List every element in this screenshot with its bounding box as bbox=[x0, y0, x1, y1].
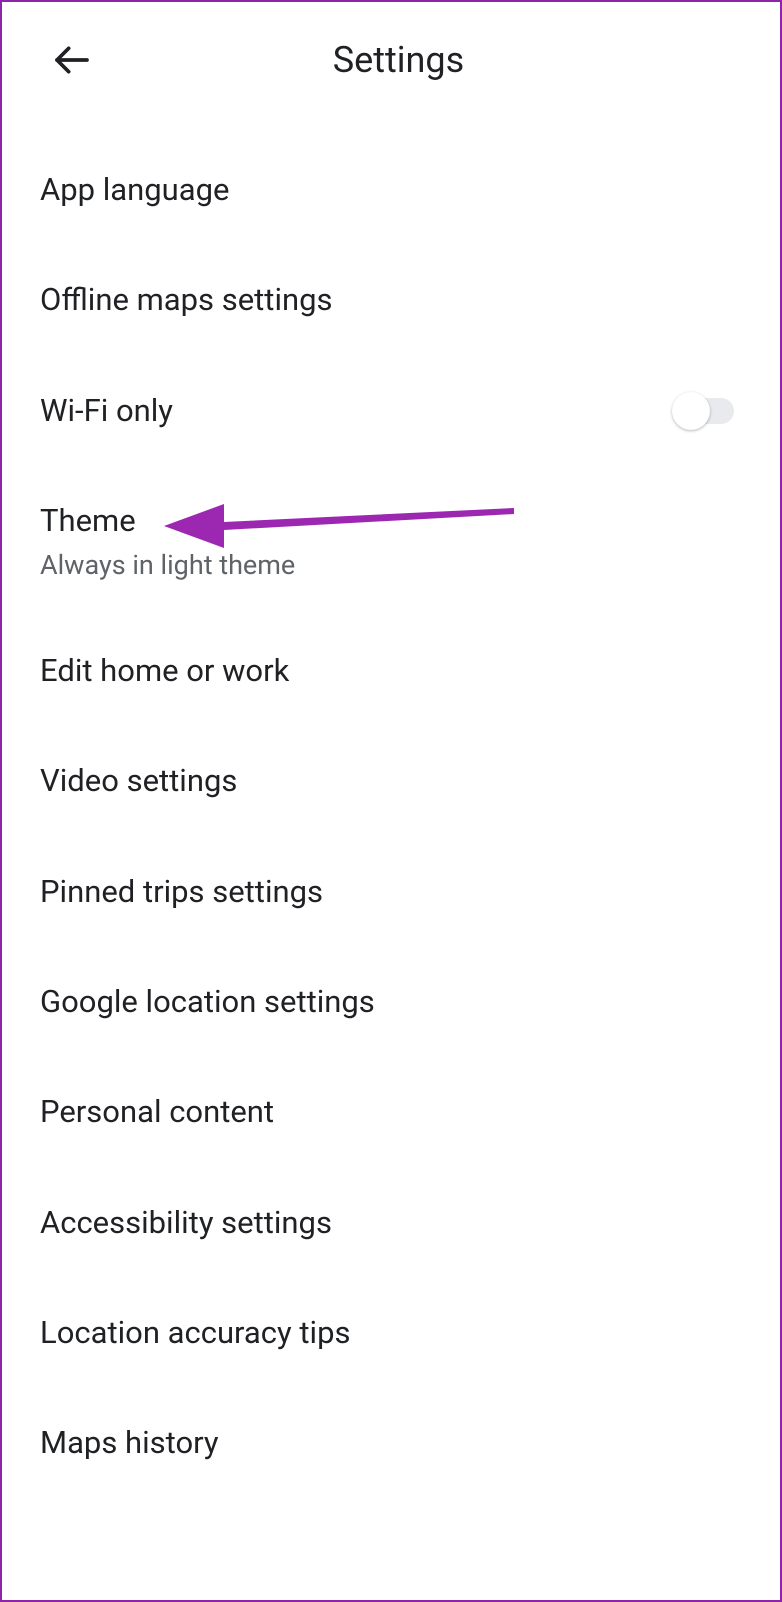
settings-item-subtitle: Always in light theme bbox=[40, 549, 295, 581]
settings-item-text: Offline maps settings bbox=[40, 280, 333, 320]
settings-item-location-accuracy[interactable]: Location accuracy tips bbox=[2, 1278, 780, 1388]
settings-item-personal-content[interactable]: Personal content bbox=[2, 1057, 780, 1167]
settings-item-text: Maps history bbox=[40, 1423, 219, 1463]
settings-item-pinned-trips[interactable]: Pinned trips settings bbox=[2, 837, 780, 947]
settings-item-text: Wi-Fi only bbox=[40, 391, 173, 431]
settings-item-text: Personal content bbox=[40, 1092, 274, 1132]
settings-item-title: Theme bbox=[40, 501, 295, 541]
settings-item-theme[interactable]: Theme Always in light theme bbox=[2, 466, 780, 616]
settings-item-text: Edit home or work bbox=[40, 651, 289, 691]
header: Settings bbox=[2, 2, 780, 117]
settings-item-title: Accessibility settings bbox=[40, 1203, 332, 1243]
settings-item-text: Location accuracy tips bbox=[40, 1313, 350, 1353]
settings-item-text: Accessibility settings bbox=[40, 1203, 332, 1243]
settings-item-google-location[interactable]: Google location settings bbox=[2, 947, 780, 1057]
settings-item-video-settings[interactable]: Video settings bbox=[2, 726, 780, 836]
settings-item-maps-history[interactable]: Maps history bbox=[2, 1388, 780, 1498]
settings-item-text: Video settings bbox=[40, 761, 237, 801]
page-title: Settings bbox=[47, 39, 750, 81]
settings-item-title: Personal content bbox=[40, 1092, 274, 1132]
settings-item-title: Wi-Fi only bbox=[40, 391, 173, 431]
wifi-only-toggle[interactable] bbox=[672, 392, 742, 430]
settings-item-title: App language bbox=[40, 170, 229, 210]
settings-item-text: Theme Always in light theme bbox=[40, 501, 295, 581]
settings-item-accessibility[interactable]: Accessibility settings bbox=[2, 1168, 780, 1278]
settings-item-title: Maps history bbox=[40, 1423, 219, 1463]
settings-item-text: App language bbox=[40, 170, 229, 210]
settings-item-title: Offline maps settings bbox=[40, 280, 333, 320]
toggle-thumb bbox=[672, 392, 710, 430]
settings-item-text: Pinned trips settings bbox=[40, 872, 323, 912]
settings-item-title: Location accuracy tips bbox=[40, 1313, 350, 1353]
settings-list: App language Offline maps settings Wi-Fi… bbox=[2, 117, 780, 1517]
settings-item-edit-home-work[interactable]: Edit home or work bbox=[2, 616, 780, 726]
settings-item-app-language[interactable]: App language bbox=[2, 135, 780, 245]
settings-item-offline-maps[interactable]: Offline maps settings bbox=[2, 245, 780, 355]
settings-item-title: Google location settings bbox=[40, 982, 375, 1022]
settings-item-title: Pinned trips settings bbox=[40, 872, 323, 912]
settings-item-text: Google location settings bbox=[40, 982, 375, 1022]
settings-item-title: Edit home or work bbox=[40, 651, 289, 691]
settings-item-wifi-only[interactable]: Wi-Fi only bbox=[2, 356, 780, 466]
settings-item-title: Video settings bbox=[40, 761, 237, 801]
